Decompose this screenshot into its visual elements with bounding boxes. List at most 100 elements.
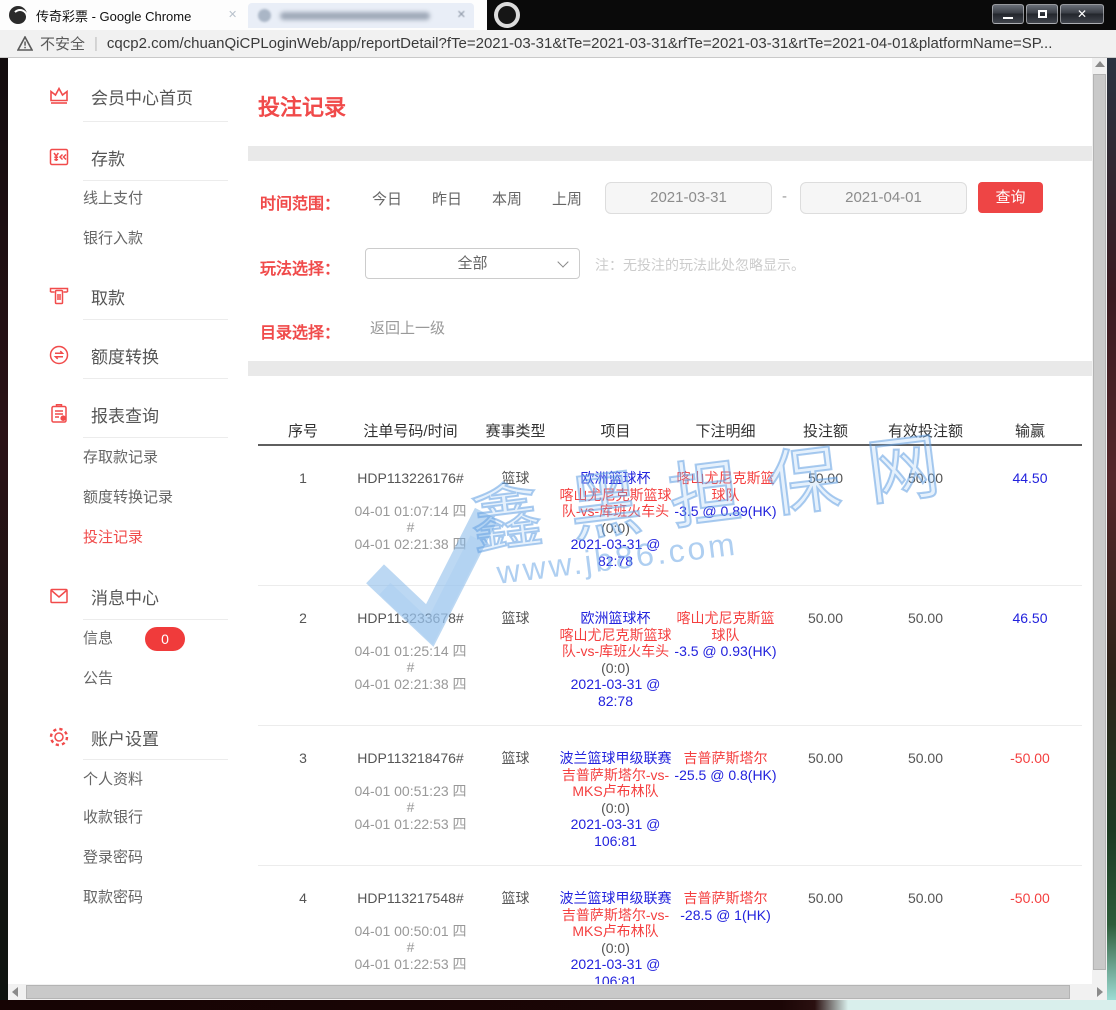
vertical-scrollbar[interactable] bbox=[1092, 58, 1107, 984]
security-status[interactable]: 不安全 bbox=[40, 33, 85, 54]
page-title: 投注记录 bbox=[248, 58, 1092, 122]
minimize-button[interactable] bbox=[992, 4, 1024, 24]
sidebar-item-message-center[interactable]: 消息中心 bbox=[47, 582, 159, 610]
bet-id: HDP113218476# bbox=[348, 750, 473, 767]
query-button[interactable]: 查询 bbox=[978, 182, 1043, 213]
sidebar-item-receiving-bank[interactable]: 收款银行 bbox=[83, 808, 143, 828]
quick-filter-this-week[interactable]: 本周 bbox=[492, 188, 522, 209]
play-type-select[interactable]: 全部 bbox=[365, 248, 580, 279]
sidebar-item-personal-info[interactable]: 个人资料 bbox=[83, 770, 143, 790]
sidebar-item-deposit-withdraw-records[interactable]: 存取款记录 bbox=[83, 448, 158, 468]
sidebar-item-bet-records[interactable]: 投注记录 bbox=[83, 528, 143, 548]
sidebar-item-bank-deposit[interactable]: 银行入款 bbox=[83, 229, 143, 249]
chevron-down-icon bbox=[557, 256, 568, 267]
bet-time-start: 04-01 01:07:14 四 bbox=[348, 503, 473, 520]
sidebar-item-reports[interactable]: 报表查询 bbox=[47, 400, 159, 428]
bet-times: 04-01 00:50:01 四 # 04-01 01:22:53 四 bbox=[348, 923, 473, 973]
close-button[interactable]: ✕ bbox=[1060, 4, 1104, 24]
deposit-icon bbox=[47, 145, 71, 169]
transfer-icon bbox=[47, 343, 71, 367]
cell-valid-amount: 50.00 bbox=[873, 470, 978, 569]
col-header-bet-amount: 投注额 bbox=[778, 420, 873, 441]
cell-bet-detail: 喀山尤尼克斯篮球队 -3.5 @ 0.89(HK) bbox=[673, 470, 778, 569]
cell-valid-amount: 50.00 bbox=[873, 890, 978, 984]
directory-label: 目录选择： bbox=[260, 319, 340, 343]
background-tab-close-icon: ✕ bbox=[228, 8, 237, 21]
divider bbox=[83, 121, 228, 122]
divider bbox=[83, 319, 228, 320]
cell-no: 3 bbox=[258, 750, 348, 849]
address-bar[interactable]: 不安全 | cqcp2.com/chuanQiCPLoginWeb/app/re… bbox=[0, 30, 1116, 58]
cell-bet-detail: 喀山尤尼克斯篮球队 -3.5 @ 0.93(HK) bbox=[673, 610, 778, 709]
league-name: 波兰篮球甲级联赛 bbox=[558, 890, 673, 907]
quick-filter-today[interactable]: 今日 bbox=[372, 188, 402, 209]
horizontal-scrollbar[interactable] bbox=[8, 984, 1107, 1000]
cell-sport: 篮球 bbox=[473, 890, 558, 984]
cell-win-loss: -50.00 bbox=[978, 750, 1082, 849]
bet-times: 04-01 01:25:14 四 # 04-01 02:21:38 四 bbox=[348, 643, 473, 693]
sidebar-item-deposit[interactable]: 存款 bbox=[47, 143, 125, 171]
league-name: 欧洲篮球杯 bbox=[558, 610, 673, 627]
win-loss-value: 44.50 bbox=[1012, 470, 1047, 486]
play-type-note: 注：无投注的玩法此处忽略显示。 bbox=[595, 255, 805, 275]
scroll-left-arrow-icon[interactable] bbox=[12, 987, 18, 997]
bet-times: 04-01 00:51:23 四 # 04-01 01:22:53 四 bbox=[348, 783, 473, 833]
sidebar-item-label: 报表查询 bbox=[91, 402, 159, 427]
pick-team: 喀山尤尼克斯篮球队 bbox=[673, 470, 778, 503]
sidebar-item-messages[interactable]: 信息 bbox=[83, 629, 113, 649]
sidebar-item-announcements[interactable]: 公告 bbox=[83, 669, 113, 689]
match-result: 2021-03-31 @ 106:81 bbox=[558, 816, 673, 849]
back-up-level-link[interactable]: 返回上一级 bbox=[370, 317, 445, 338]
quick-filter-yesterday[interactable]: 昨日 bbox=[432, 188, 462, 209]
title-panel: 投注记录 bbox=[248, 58, 1092, 146]
cell-bet-amount: 50.00 bbox=[778, 890, 873, 984]
warning-triangle-icon bbox=[17, 36, 33, 51]
date-from-input[interactable]: 2021-03-31 bbox=[605, 182, 772, 214]
sidebar-item-login-password[interactable]: 登录密码 bbox=[83, 848, 143, 868]
sidebar-item-credit-transfer[interactable]: 额度转换 bbox=[47, 341, 159, 369]
league-name: 欧洲篮球杯 bbox=[558, 470, 673, 487]
cell-sport: 篮球 bbox=[473, 750, 558, 849]
bet-id: HDP113217548# bbox=[348, 890, 473, 907]
message-count-badge: 0 bbox=[145, 627, 185, 651]
date-to-input[interactable]: 2021-04-01 bbox=[800, 182, 967, 214]
match-name: 吉普萨斯塔尔-vs-MKS卢布林队 bbox=[562, 767, 669, 800]
maximize-icon bbox=[1038, 10, 1047, 18]
sidebar-item-withdraw[interactable]: 取款 bbox=[47, 282, 125, 310]
time-range-label: 时间范围： bbox=[260, 190, 340, 214]
sidebar-item-transfer-records[interactable]: 额度转换记录 bbox=[83, 488, 173, 508]
sidebar-item-withdraw-password[interactable]: 取款密码 bbox=[83, 888, 143, 908]
horizontal-scroll-thumb[interactable] bbox=[26, 985, 1070, 999]
scroll-right-arrow-icon[interactable] bbox=[1097, 987, 1103, 997]
cell-item: 波兰篮球甲级联赛 吉普萨斯塔尔-vs-MKS卢布林队 (0:0) 2021-03… bbox=[558, 750, 673, 849]
odds: -3.5 @ 0.89(HK) bbox=[673, 503, 778, 520]
scroll-up-arrow-icon[interactable] bbox=[1095, 61, 1105, 67]
quick-filter-last-week[interactable]: 上周 bbox=[552, 188, 582, 209]
odds: -3.5 @ 0.93(HK) bbox=[673, 643, 778, 660]
maximize-button[interactable] bbox=[1026, 4, 1058, 24]
window-border-right bbox=[1107, 58, 1116, 1000]
sidebar-item-member-home[interactable]: 会员中心首页 bbox=[47, 82, 193, 110]
league-name: 波兰篮球甲级联赛 bbox=[558, 750, 673, 767]
bet-time-end: 04-01 02:21:38 四 bbox=[348, 536, 473, 553]
col-header-bet-detail: 下注明细 bbox=[673, 420, 778, 441]
cell-bet-id-time: HDP113217548# 04-01 00:50:01 四 # 04-01 0… bbox=[348, 890, 473, 984]
cell-item: 波兰篮球甲级联赛 吉普萨斯塔尔-vs-MKS卢布林队 (0:0) 2021-03… bbox=[558, 890, 673, 984]
background-tab-title-blur bbox=[280, 12, 430, 20]
cell-sport: 篮球 bbox=[473, 610, 558, 709]
odds: -28.5 @ 1(HK) bbox=[673, 907, 778, 924]
cell-bet-amount: 50.00 bbox=[778, 610, 873, 709]
bet-time-start: 04-01 01:25:14 四 bbox=[348, 643, 473, 660]
url-text[interactable]: cqcp2.com/chuanQiCPLoginWeb/app/reportDe… bbox=[107, 35, 1052, 52]
sidebar-item-online-payment[interactable]: 线上支付 bbox=[83, 189, 143, 209]
vertical-scroll-thumb[interactable] bbox=[1093, 74, 1106, 970]
bet-time-end: 04-01 01:22:53 四 bbox=[348, 956, 473, 973]
report-icon bbox=[47, 402, 71, 426]
bet-id: HDP113226176# bbox=[348, 470, 473, 487]
sidebar-item-account-settings[interactable]: 账户设置 bbox=[47, 723, 159, 751]
bet-time-separator: # bbox=[348, 659, 473, 676]
cell-bet-detail: 吉普萨斯塔尔 -28.5 @ 1(HK) bbox=[673, 890, 778, 984]
cell-win-loss: -50.00 bbox=[978, 890, 1082, 984]
filter-panel: 时间范围： 今日 昨日 本周 上周 2021-03-31 - 2021-04-0… bbox=[248, 161, 1092, 361]
cell-no: 2 bbox=[258, 610, 348, 709]
